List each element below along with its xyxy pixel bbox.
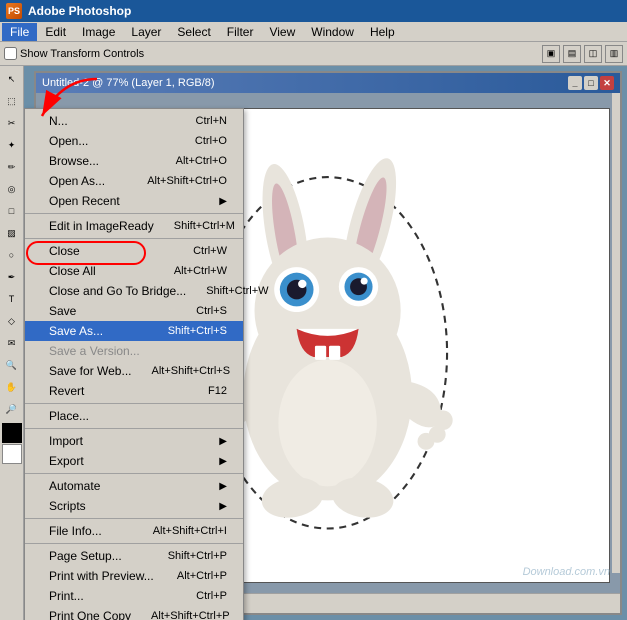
tool-pen[interactable]: ✒ — [2, 267, 22, 287]
app-icon: PS — [6, 3, 22, 19]
menu-layer[interactable]: Layer — [123, 23, 169, 41]
tool-eyedrop[interactable]: 🔍 — [2, 355, 22, 375]
content-area: Untitled-2 @ 77% (Layer 1, RGB/8) _ □ ✕ — [24, 66, 627, 620]
menu-section-save: Close Ctrl+W Close All Alt+Ctrl+W Close … — [25, 239, 243, 404]
ps-window-controls: _ □ ✕ — [568, 76, 614, 90]
menu-open[interactable]: Open... Ctrl+O — [25, 131, 243, 151]
toolbox: ↖ ⬚ ✂ ✦ ✏ ◎ □ ▨ ○ ✒ T ◇ ✉ 🔍 ✋ 🔎 — [0, 66, 24, 620]
menu-select[interactable]: Select — [169, 23, 218, 41]
ps-window-title: Untitled-2 @ 77% (Layer 1, RGB/8) — [42, 77, 215, 89]
toolbar-icon-2[interactable]: ▤ — [563, 45, 581, 63]
tool-lasso[interactable]: ⬚ — [2, 91, 22, 111]
tool-select[interactable]: ↖ — [2, 69, 22, 89]
transform-controls-label: Show Transform Controls — [20, 48, 144, 60]
menu-filter[interactable]: Filter — [219, 23, 262, 41]
menu-place[interactable]: Place... — [25, 406, 243, 426]
menu-print-preview[interactable]: Print with Preview... Alt+Ctrl+P — [25, 566, 243, 586]
menu-close-bridge[interactable]: Close and Go To Bridge... Shift+Ctrl+W — [25, 281, 243, 301]
menu-section-imageready: Edit in ImageReady Shift+Ctrl+M — [25, 214, 243, 239]
menu-export[interactable]: Export ▶ — [25, 451, 243, 471]
tool-notes[interactable]: ✉ — [2, 333, 22, 353]
toolbar-icon-4[interactable]: ▥ — [605, 45, 623, 63]
tool-heal[interactable]: ✦ — [2, 135, 22, 155]
menu-edit-imageready[interactable]: Edit in ImageReady Shift+Ctrl+M — [25, 216, 243, 236]
tool-shape[interactable]: ◇ — [2, 311, 22, 331]
menu-automate[interactable]: Automate ▶ — [25, 476, 243, 496]
menu-help[interactable]: Help — [362, 23, 403, 41]
menu-file-info[interactable]: File Info... Alt+Shift+Ctrl+I — [25, 521, 243, 541]
menu-browse[interactable]: Browse... Alt+Ctrl+O — [25, 151, 243, 171]
menu-save-version[interactable]: Save a Version... — [25, 341, 243, 361]
menu-section-open: N... Ctrl+N Open... Ctrl+O Browse... Alt… — [25, 109, 243, 214]
ps-close-btn[interactable]: ✕ — [600, 76, 614, 90]
menu-section-automate: Automate ▶ Scripts ▶ — [25, 474, 243, 519]
toolbar-icon-3[interactable]: ◫ — [584, 45, 602, 63]
title-bar: PS Adobe Photoshop — [0, 0, 627, 22]
menu-image[interactable]: Image — [74, 23, 123, 41]
menu-import[interactable]: Import ▶ — [25, 431, 243, 451]
scrollbar-vertical[interactable] — [612, 93, 620, 573]
menu-open-as[interactable]: Open As... Alt+Shift+Ctrl+O — [25, 171, 243, 191]
app-title: Adobe Photoshop — [28, 4, 131, 18]
menu-file[interactable]: File — [2, 23, 37, 41]
menu-scripts[interactable]: Scripts ▶ — [25, 496, 243, 516]
tool-stamp[interactable]: ◎ — [2, 179, 22, 199]
menu-section-print: Page Setup... Shift+Ctrl+P Print with Pr… — [25, 544, 243, 620]
menu-revert[interactable]: Revert F12 — [25, 381, 243, 401]
menu-close[interactable]: Close Ctrl+W — [25, 241, 243, 261]
toolbar-icon-1[interactable]: ▣ — [542, 45, 560, 63]
tool-hand[interactable]: ✋ — [2, 377, 22, 397]
ps-window-titlebar: Untitled-2 @ 77% (Layer 1, RGB/8) _ □ ✕ — [36, 73, 620, 93]
menu-save[interactable]: Save Ctrl+S — [25, 301, 243, 321]
menu-section-importexport: Import ▶ Export ▶ — [25, 429, 243, 474]
menu-page-setup[interactable]: Page Setup... Shift+Ctrl+P — [25, 546, 243, 566]
main-layout: ↖ ⬚ ✂ ✦ ✏ ◎ □ ▨ ○ ✒ T ◇ ✉ 🔍 ✋ 🔎 Untitled… — [0, 66, 627, 620]
tool-crop[interactable]: ✂ — [2, 113, 22, 133]
menu-print-one-copy[interactable]: Print One Copy Alt+Shift+Ctrl+P — [25, 606, 243, 620]
menu-view[interactable]: View — [261, 23, 303, 41]
tool-brush[interactable]: ✏ — [2, 157, 22, 177]
menu-print[interactable]: Print... Ctrl+P — [25, 586, 243, 606]
tool-eraser[interactable]: □ — [2, 201, 22, 221]
foreground-color[interactable] — [2, 423, 22, 443]
ps-minimize-btn[interactable]: _ — [568, 76, 582, 90]
file-menu-dropdown: N... Ctrl+N Open... Ctrl+O Browse... Alt… — [24, 108, 244, 620]
menu-section-place: Place... — [25, 404, 243, 429]
toolbar: Show Transform Controls ▣ ▤ ◫ ▥ — [0, 42, 627, 66]
menu-edit[interactable]: Edit — [37, 23, 74, 41]
tool-dodge[interactable]: ○ — [2, 245, 22, 265]
background-color[interactable] — [2, 444, 22, 464]
menu-close-all[interactable]: Close All Alt+Ctrl+W — [25, 261, 243, 281]
menu-save-web[interactable]: Save for Web... Alt+Shift+Ctrl+S — [25, 361, 243, 381]
tool-text[interactable]: T — [2, 289, 22, 309]
menu-new[interactable]: N... Ctrl+N — [25, 111, 243, 131]
menu-section-fileinfo: File Info... Alt+Shift+Ctrl+I — [25, 519, 243, 544]
menu-open-recent[interactable]: Open Recent ▶ — [25, 191, 243, 211]
menu-window[interactable]: Window — [303, 23, 362, 41]
transform-controls-checkbox[interactable] — [4, 47, 17, 60]
tool-gradient[interactable]: ▨ — [2, 223, 22, 243]
ps-maximize-btn[interactable]: □ — [584, 76, 598, 90]
watermark: Download.com.vn — [523, 566, 610, 578]
menu-bar: File Edit Image Layer Select Filter View… — [0, 22, 627, 42]
tool-zoom[interactable]: 🔎 — [2, 399, 22, 419]
transform-controls-option[interactable]: Show Transform Controls — [4, 47, 144, 60]
menu-save-as[interactable]: Save As... Shift+Ctrl+S — [25, 321, 243, 341]
